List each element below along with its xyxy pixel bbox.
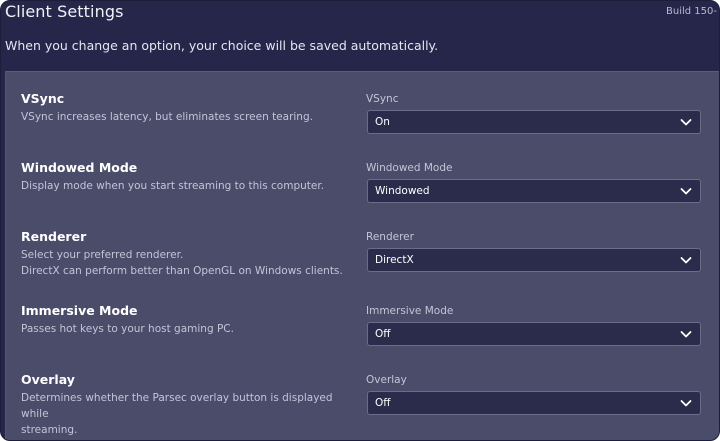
setting-description: Select your preferred renderer. DirectX … — [21, 249, 343, 277]
setting-title: Immersive Mode — [21, 303, 138, 318]
setting-title: Windowed Mode — [21, 160, 138, 175]
field-label: VSync — [366, 93, 399, 105]
renderer-select[interactable]: DirectX — [367, 248, 701, 272]
setting-description: Display mode when you start streaming to… — [21, 180, 325, 192]
chevron-down-icon — [680, 331, 692, 338]
setting-title: VSync — [21, 91, 65, 106]
field-label: Overlay — [366, 374, 407, 386]
field-label: Immersive Mode — [366, 305, 454, 317]
setting-description: Passes hot keys to your host gaming PC. — [21, 323, 234, 335]
select-value: Off — [375, 328, 391, 340]
setting-title: Overlay — [21, 372, 75, 387]
select-value: On — [375, 116, 390, 128]
settings-panel: VSync VSync increases latency, but elimi… — [5, 71, 719, 440]
client-settings-window: Client Settings Build 150- When you chan… — [0, 0, 720, 441]
setting-description: Determines whether the Parsec overlay bu… — [21, 392, 333, 436]
windowed-mode-select[interactable]: Windowed — [367, 179, 701, 203]
chevron-down-icon — [680, 119, 692, 126]
chevron-down-icon — [680, 257, 692, 264]
immersive-mode-select[interactable]: Off — [367, 322, 701, 346]
field-label: Renderer — [366, 231, 414, 243]
overlay-select[interactable]: Off — [367, 391, 701, 415]
page-subtitle: When you change an option, your choice w… — [5, 38, 439, 53]
build-label: Build 150- — [666, 6, 717, 17]
field-label: Windowed Mode — [366, 162, 453, 174]
setting-description: VSync increases latency, but eliminates … — [21, 111, 313, 123]
vsync-select[interactable]: On — [367, 110, 701, 134]
settings-header: Client Settings Build 150- When you chan… — [1, 1, 719, 71]
page-title: Client Settings — [5, 2, 124, 21]
chevron-down-icon — [680, 188, 692, 195]
chevron-down-icon — [680, 400, 692, 407]
select-value: Windowed — [375, 185, 430, 197]
select-value: Off — [375, 397, 391, 409]
setting-title: Renderer — [21, 229, 87, 244]
select-value: DirectX — [375, 254, 414, 266]
